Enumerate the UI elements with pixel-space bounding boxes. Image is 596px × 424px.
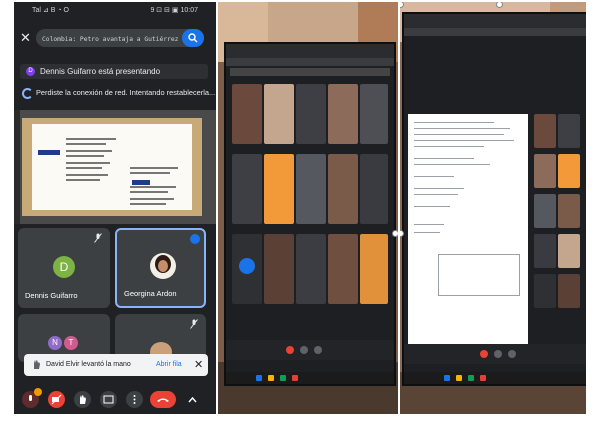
raise-hand-icon	[34, 360, 40, 369]
avatar: N	[48, 336, 62, 350]
participant-name: Georgina Ardon	[124, 289, 177, 298]
camera-icon	[314, 346, 322, 354]
shared-screen[interactable]	[14, 110, 216, 224]
video-thumbnail	[328, 84, 358, 144]
taskbar-app-icon	[292, 375, 298, 381]
meet-header	[230, 68, 390, 76]
hang-up-button[interactable]	[150, 391, 176, 408]
hang-up-icon	[480, 350, 488, 358]
address-bar	[226, 58, 394, 66]
camera-icon	[508, 350, 516, 358]
video-thumbnail	[296, 154, 326, 224]
status-left: Tal ⊿ B ◔ O	[32, 7, 69, 14]
network-warning: Perdiste la conexión de red. Intentando …	[14, 86, 216, 100]
video-thumbnail	[264, 154, 294, 224]
video-thumbnail	[360, 84, 388, 144]
search-icon	[188, 33, 198, 43]
avatar	[239, 258, 255, 274]
browser-tabs	[226, 44, 394, 58]
shared-document	[408, 114, 528, 344]
mic-icon	[494, 350, 502, 358]
resize-handle[interactable]	[392, 230, 398, 237]
video-thumbnail	[328, 234, 358, 304]
presenting-text: Dennis Guifarro está presentando	[40, 67, 161, 76]
avatar: D	[53, 256, 75, 278]
more-options-icon[interactable]	[190, 234, 200, 244]
call-controls	[14, 388, 216, 414]
avatar-photo	[150, 253, 176, 279]
expand-button[interactable]	[184, 391, 201, 408]
browser-tabs	[404, 14, 586, 28]
hang-up-icon	[286, 346, 294, 354]
video-thumbnail	[264, 234, 294, 304]
close-icon[interactable]: ✕	[20, 30, 31, 46]
slide-content	[32, 124, 192, 210]
video-thumbnail	[232, 234, 262, 304]
open-queue-link[interactable]: Abrir fila	[156, 361, 182, 368]
presenting-banner: D Dennis Guifarro está presentando	[20, 64, 208, 79]
address-bar	[404, 28, 586, 36]
search-input[interactable]	[40, 31, 180, 47]
vertical-dots-icon	[133, 395, 136, 404]
meet-phone-screen: Tal ⊿ B ◔ O 9 ⊡ ⊟ ▣ 10:07 ✕ D Dennis Gui…	[14, 2, 216, 414]
toast-message: David Elvir levantó la mano	[46, 361, 131, 368]
participant-sidebar	[532, 110, 584, 350]
meet-controls	[404, 344, 586, 364]
camera-toggle-button[interactable]	[48, 391, 65, 408]
video-thumbnail	[296, 234, 326, 304]
mic-off-icon	[190, 319, 198, 329]
hand-icon	[80, 395, 86, 404]
laptop-photo-document	[400, 2, 586, 414]
search-button[interactable]	[182, 29, 204, 47]
loading-spinner-icon	[22, 88, 33, 99]
taskbar-app-icon	[256, 375, 262, 381]
phone-hangup-icon	[157, 398, 169, 402]
taskbar	[404, 372, 586, 384]
network-warning-text: Perdiste la conexión de red. Intentando …	[36, 88, 216, 97]
meet-controls	[226, 340, 394, 360]
notification-badge	[34, 388, 42, 396]
search-row: ✕	[14, 27, 216, 49]
participant-tile-active[interactable]: Georgina Ardon	[115, 228, 206, 308]
presentation-slide	[22, 118, 202, 216]
camera-off-icon	[51, 394, 62, 405]
search-box[interactable]	[36, 29, 204, 47]
raised-hand-toast: David Elvir levantó la mano Abrir fila ✕	[24, 354, 208, 376]
presenter-avatar: D	[26, 67, 35, 76]
video-thumbnail	[264, 84, 294, 144]
laptop-photo-video-grid	[218, 2, 398, 414]
laptop-screen	[402, 12, 586, 386]
taskbar-app-icon	[268, 375, 274, 381]
participant-name: Dennis Guifarro	[25, 291, 78, 300]
present-button[interactable]	[100, 391, 117, 408]
taskbar	[226, 372, 394, 384]
video-thumbnail	[360, 154, 388, 224]
status-right: 9 ⊡ ⊟ ▣ 10:07	[150, 7, 198, 14]
taskbar-app-icon	[280, 375, 286, 381]
present-screen-icon	[103, 395, 114, 404]
close-toast-icon[interactable]: ✕	[194, 358, 203, 371]
chevron-up-icon	[188, 396, 197, 403]
mic-icon	[300, 346, 308, 354]
more-options-button[interactable]	[126, 391, 143, 408]
status-bar: Tal ⊿ B ◔ O 9 ⊡ ⊟ ▣ 10:07	[14, 2, 216, 18]
avatar: T	[64, 336, 78, 350]
participant-tile[interactable]: D Dennis Guifarro	[18, 228, 110, 308]
video-thumbnail	[232, 84, 262, 144]
laptop-screen	[224, 42, 396, 386]
mic-off-icon	[94, 233, 102, 243]
document-table	[438, 254, 520, 296]
video-thumbnail	[296, 84, 326, 144]
video-thumbnail	[232, 154, 262, 224]
raise-hand-button[interactable]	[74, 391, 91, 408]
video-thumbnail	[328, 154, 358, 224]
video-thumbnail	[360, 234, 388, 304]
